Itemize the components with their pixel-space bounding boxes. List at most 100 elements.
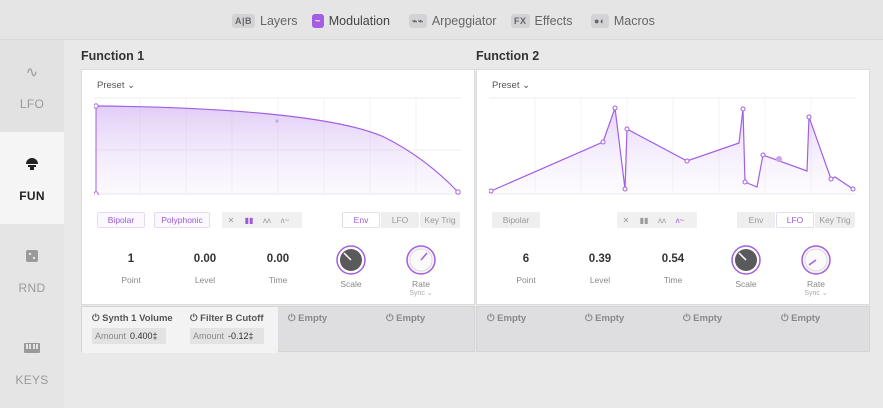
sidebar-item-label: RND — [18, 281, 46, 295]
scale-label: Scale — [340, 279, 362, 289]
step-tool-icon[interactable]: ▮▮ — [635, 212, 653, 228]
polyphonic-toggle[interactable]: Polyphonic — [154, 212, 210, 228]
scale-knob-icon — [336, 245, 366, 275]
time-param[interactable]: 0.54 Time — [638, 253, 708, 285]
mod-slot[interactable]: ⏻ Empty — [673, 307, 771, 353]
function-2-mod-slots: ⏻ Empty ⏻ Empty ⏻ Empty ⏻ Empty — [476, 306, 870, 352]
level-label: Level — [589, 275, 611, 285]
mod-slot[interactable]: ⏻ Empty — [575, 307, 673, 353]
rate-sync-dropdown[interactable]: Sync ⌄ — [386, 289, 456, 297]
tab-layers[interactable]: A|B Layers — [232, 12, 298, 30]
sidebar-item-rnd[interactable]: RND — [0, 224, 64, 316]
shape-tool-icon[interactable]: ʌ~ — [671, 212, 689, 228]
draw-tool-icon[interactable]: ✕ — [222, 212, 240, 228]
sidebar-item-keys[interactable]: KEYS — [0, 316, 64, 408]
time-param[interactable]: 0.00 Time — [243, 253, 313, 285]
ramp-tool-icon[interactable]: ʌʌ — [258, 212, 276, 228]
point-value: 1 — [127, 253, 135, 265]
rate-knob[interactable]: Rate Sync ⌄ — [781, 245, 851, 305]
sidebar-item-label: KEYS — [15, 373, 49, 387]
point-label: Point — [516, 275, 536, 285]
rate-knob[interactable]: Rate Sync ⌄ — [386, 245, 456, 305]
fx-icon: FX — [511, 14, 530, 28]
scale-label: Scale — [735, 279, 757, 289]
tab-label: Effects — [534, 14, 573, 28]
rate-label: Rate — [807, 279, 825, 289]
mod-slot-title: ⏻ Synth 1 Volume — [92, 313, 173, 324]
level-value: 0.39 — [588, 253, 612, 265]
rate-knob-icon — [801, 245, 831, 275]
arpeggiator-icon: ⌁⌁ — [409, 14, 427, 28]
point-param[interactable]: 6 Point — [491, 253, 561, 285]
modulation-icon: ~ — [312, 14, 324, 28]
scale-knob[interactable]: Scale — [316, 245, 386, 305]
preset-dropdown[interactable]: Preset ⌄ — [97, 80, 135, 91]
trigger-env[interactable]: Env — [737, 212, 775, 228]
function-1-envelope-graph[interactable] — [94, 97, 461, 195]
time-value: 0.54 — [661, 253, 685, 265]
trigger-env[interactable]: Env — [342, 212, 380, 228]
level-label: Level — [194, 275, 216, 285]
function-2-envelope-graph[interactable] — [489, 97, 856, 195]
tab-macros[interactable]: ●◐ Macros — [591, 12, 655, 30]
function-1-panel: Preset ⌄ Bipolar Polyphonic ✕ ▮▮ ʌʌ ʌ~ E… — [81, 69, 475, 305]
mod-slot[interactable]: ⏻ Filter B Cutoff Amount -0.12‡ — [180, 307, 278, 353]
point-param[interactable]: 1 Point — [96, 253, 166, 285]
function-1-title: Function 1 — [81, 49, 145, 63]
mod-slot[interactable]: ⏻ Synth 1 Volume Amount 0.400‡ — [82, 307, 180, 353]
mod-slot-title: ⏻ Empty — [386, 313, 426, 324]
sidebar-item-lfo[interactable]: ∿ LFO — [0, 40, 64, 132]
level-param[interactable]: 0.39 Level — [565, 253, 635, 285]
function-2-title: Function 2 — [476, 49, 540, 63]
power-icon[interactable]: ⏻ — [92, 313, 102, 324]
ramp-tool-icon[interactable]: ʌʌ — [653, 212, 671, 228]
tab-label: Modulation — [328, 14, 390, 28]
sine-wave-icon: ∿ — [25, 64, 39, 81]
preset-dropdown[interactable]: Preset ⌄ — [492, 80, 530, 91]
draw-tool-icon[interactable]: ✕ — [617, 212, 635, 228]
mod-slot[interactable]: ⏻ Empty — [771, 307, 869, 353]
rate-knob-icon — [406, 245, 436, 275]
function-1-mod-slots: ⏻ Synth 1 Volume Amount 0.400‡ ⏻ Filter B… — [81, 306, 475, 353]
trigger-key-trig[interactable]: Key Trig — [815, 212, 855, 228]
power-icon[interactable]: ⏻ — [190, 313, 200, 324]
mod-amount-field[interactable]: Amount 0.400‡ — [92, 328, 166, 344]
rate-sync-dropdown[interactable]: Sync ⌄ — [781, 289, 851, 297]
bipolar-toggle[interactable]: Bipolar — [97, 212, 145, 228]
sidebar-item-fun[interactable]: FUN — [0, 132, 64, 224]
mod-slot-title: ⏻ Empty — [288, 313, 328, 324]
trigger-lfo[interactable]: LFO — [381, 212, 419, 228]
power-icon[interactable]: ⏻ — [487, 313, 497, 324]
function-2-controls: Bipolar ✕ ▮▮ ʌʌ ʌ~ Env LFO Key Trig — [477, 212, 871, 230]
rate-label: Rate — [412, 279, 430, 289]
sidebar-item-label: LFO — [19, 97, 45, 111]
mod-amount-field[interactable]: Amount -0.12‡ — [190, 328, 264, 344]
power-icon[interactable]: ⏻ — [585, 313, 595, 324]
shape-tool-icon[interactable]: ʌ~ — [276, 212, 294, 228]
function-1-controls: Bipolar Polyphonic ✕ ▮▮ ʌʌ ʌ~ Env LFO Ke… — [82, 212, 476, 230]
power-icon[interactable]: ⏻ — [781, 313, 791, 324]
tab-modulation[interactable]: ~ Modulation — [312, 12, 390, 30]
tab-effects[interactable]: FX Effects — [511, 12, 573, 30]
sidebar-item-label: FUN — [19, 189, 45, 203]
step-tool-icon[interactable]: ▮▮ — [240, 212, 258, 228]
keyboard-icon — [24, 337, 40, 359]
trigger-lfo[interactable]: LFO — [776, 212, 814, 228]
trigger-key-trig[interactable]: Key Trig — [420, 212, 460, 228]
power-icon[interactable]: ⏻ — [683, 313, 693, 324]
power-icon[interactable]: ⏻ — [288, 313, 298, 324]
mod-slot[interactable]: ⏻ Empty — [376, 307, 474, 353]
level-param[interactable]: 0.00 Level — [170, 253, 240, 285]
dice-icon — [25, 245, 39, 267]
time-label: Time — [663, 275, 683, 285]
power-icon[interactable]: ⏻ — [386, 313, 396, 324]
mod-slot-title: ⏻ Filter B Cutoff — [190, 313, 264, 324]
level-value: 0.00 — [193, 253, 217, 265]
modulator-sidebar: ∿ LFO FUN RND KEYS — [0, 40, 64, 408]
mod-slot[interactable]: ⏻ Empty — [477, 307, 575, 353]
bipolar-toggle[interactable]: Bipolar — [492, 212, 540, 228]
tab-arpeggiator[interactable]: ⌁⌁ Arpeggiator — [409, 12, 496, 30]
mod-slot[interactable]: ⏻ Empty — [278, 307, 376, 353]
scale-knob[interactable]: Scale — [711, 245, 781, 305]
layers-icon: A|B — [232, 14, 256, 28]
